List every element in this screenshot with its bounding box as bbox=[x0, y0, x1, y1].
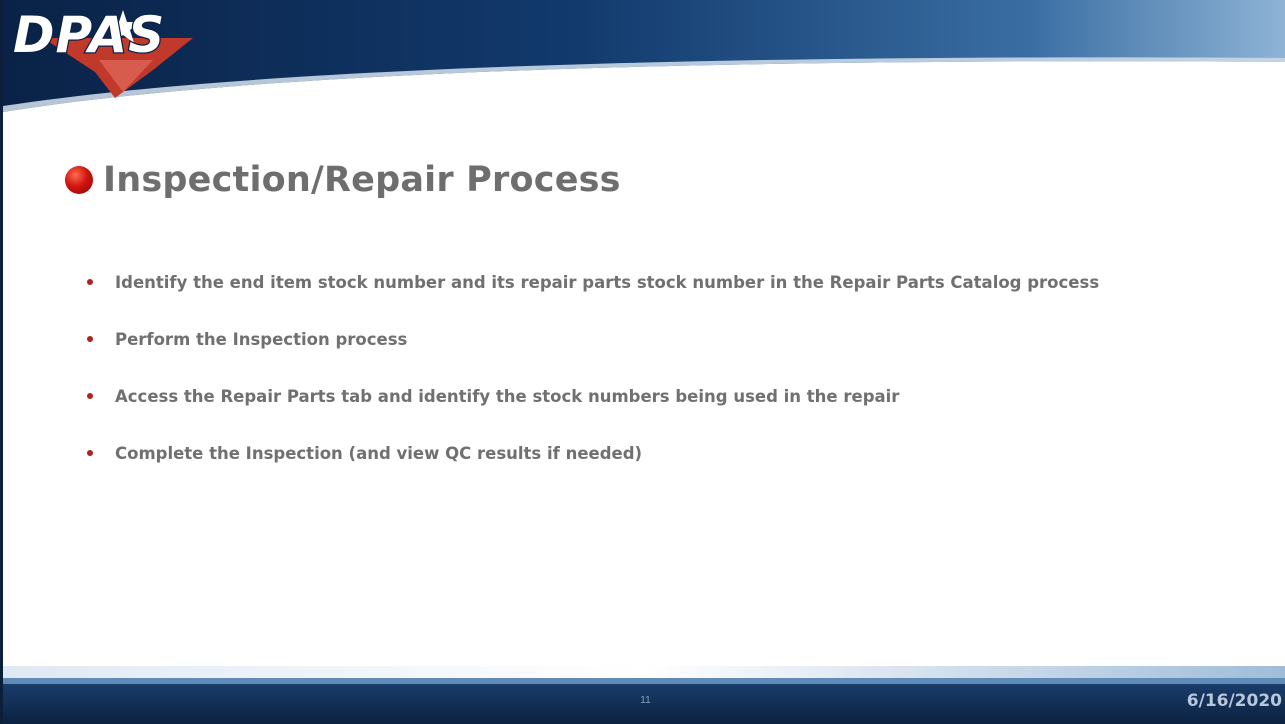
bullet-list: Identify the end item stock number and i… bbox=[87, 270, 1267, 498]
bullet-dot-icon bbox=[87, 450, 93, 456]
list-item: Perform the Inspection process bbox=[87, 327, 1267, 351]
list-item: Identify the end item stock number and i… bbox=[87, 270, 1267, 294]
footer-bar: 11 6/16/2020 bbox=[3, 666, 1285, 724]
title-row: Inspection/Repair Process bbox=[65, 150, 621, 210]
page-number: 11 bbox=[640, 695, 651, 706]
header-banner: DPAS Repair Parts Catalog & Repair Proce… bbox=[3, 0, 1285, 130]
bullet-dot-icon bbox=[87, 393, 93, 399]
svg-text:DPAS: DPAS bbox=[13, 6, 165, 64]
bullet-dot-icon bbox=[87, 279, 93, 285]
slide-date: 6/16/2020 bbox=[1186, 691, 1282, 711]
bullet-text: Identify the end item stock number and i… bbox=[115, 272, 1100, 292]
dpas-logo: DPAS bbox=[12, 5, 193, 98]
header-subtitle: Repair Parts Catalog & Repair Process bbox=[833, 80, 1262, 104]
bullet-text: Access the Repair Parts tab and identify… bbox=[115, 386, 900, 406]
slide-title: Inspection/Repair Process bbox=[103, 160, 621, 200]
slide: DPAS Repair Parts Catalog & Repair Proce… bbox=[0, 0, 1285, 724]
bullet-dot-icon bbox=[87, 336, 93, 342]
bullet-text: Complete the Inspection (and view QC res… bbox=[115, 443, 643, 463]
list-item: Access the Repair Parts tab and identify… bbox=[87, 384, 1267, 408]
bullet-text: Perform the Inspection process bbox=[115, 329, 408, 349]
red-sphere-bullet-icon bbox=[65, 166, 93, 194]
list-item: Complete the Inspection (and view QC res… bbox=[87, 441, 1267, 465]
